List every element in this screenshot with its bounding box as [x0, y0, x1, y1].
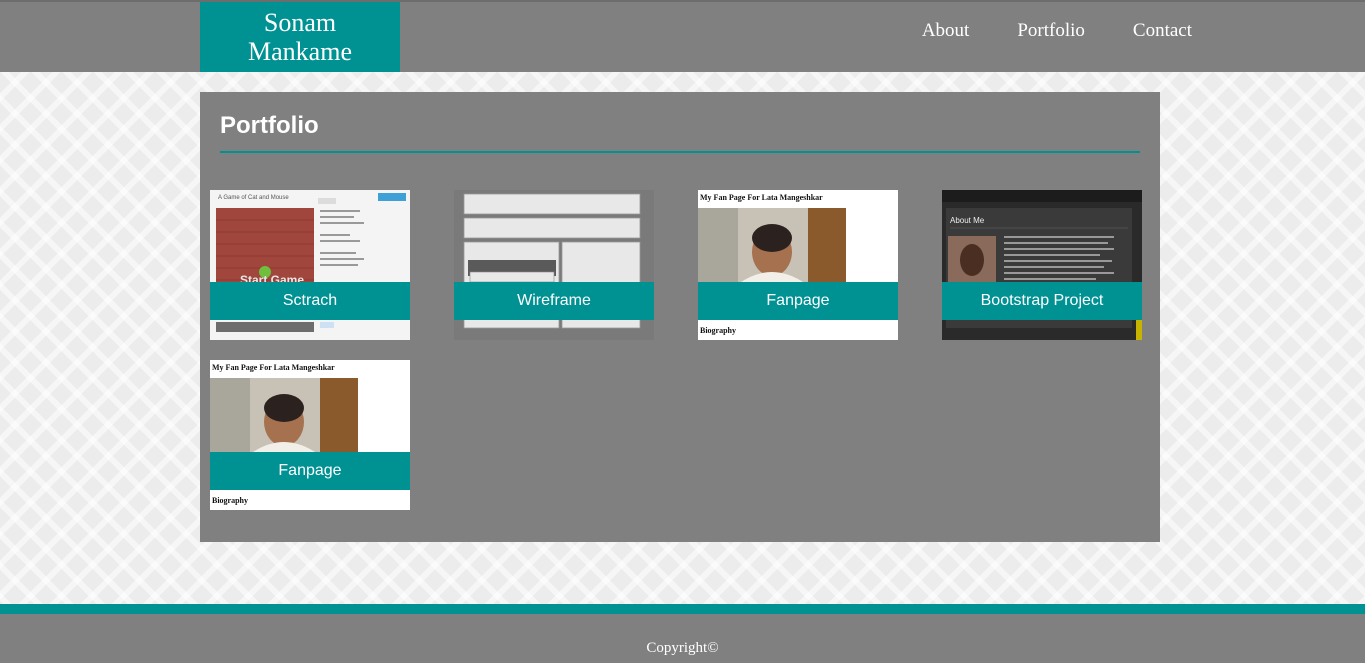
card-caption: Sctrach [210, 282, 410, 320]
scratch-thumb-title: A Game of Cat and Mouse [218, 195, 289, 201]
card-caption: Wireframe [454, 282, 654, 320]
card-caption: Bootstrap Project [942, 282, 1142, 320]
page-title: Portfolio [220, 112, 319, 139]
card-caption: Fanpage [210, 452, 410, 490]
fanpage-thumb-footer: Biography [212, 496, 248, 505]
portfolio-card-fanpage-2[interactable]: My Fan Page For Lata Mangeshkar Biograph… [210, 360, 410, 510]
bootstrap-thumb-heading: About Me [950, 216, 985, 225]
nav-portfolio-link[interactable]: Portfolio [1017, 20, 1085, 42]
brand-logo[interactable]: Sonam Mankame [200, 2, 400, 72]
portfolio-card-scratch[interactable]: A Game of Cat and Mouse Start Game Sctra… [210, 190, 410, 340]
fanpage-thumb-title: My Fan Page For Lata Mangeshkar [700, 193, 823, 202]
brand-last-name: Mankame [248, 37, 352, 66]
main-nav: About Portfolio Contact [874, 20, 1192, 42]
portfolio-card-bootstrap[interactable]: About Me Bootstrap Project [942, 190, 1142, 340]
title-divider [220, 151, 1140, 153]
footer-accent-bar [0, 604, 1365, 614]
site-footer: Copyright© [0, 614, 1365, 663]
portfolio-card-fanpage[interactable]: My Fan Page For Lata Mangeshkar Biograph… [698, 190, 898, 340]
portfolio-card-wireframe[interactable]: Wireframe [454, 190, 654, 340]
fanpage-thumb-title: My Fan Page For Lata Mangeshkar [212, 363, 335, 372]
site-header: Sonam Mankame About Portfolio Contact [0, 0, 1365, 72]
nav-contact-link[interactable]: Contact [1133, 20, 1192, 42]
copyright-text: Copyright© [646, 640, 719, 656]
nav-about-link[interactable]: About [922, 20, 970, 42]
card-caption: Fanpage [698, 282, 898, 320]
portfolio-panel: Portfolio A Game of Cat and Mouse Start … [200, 92, 1160, 542]
brand-first-name: Sonam [263, 8, 337, 37]
fanpage-thumb-footer: Biography [700, 326, 736, 335]
